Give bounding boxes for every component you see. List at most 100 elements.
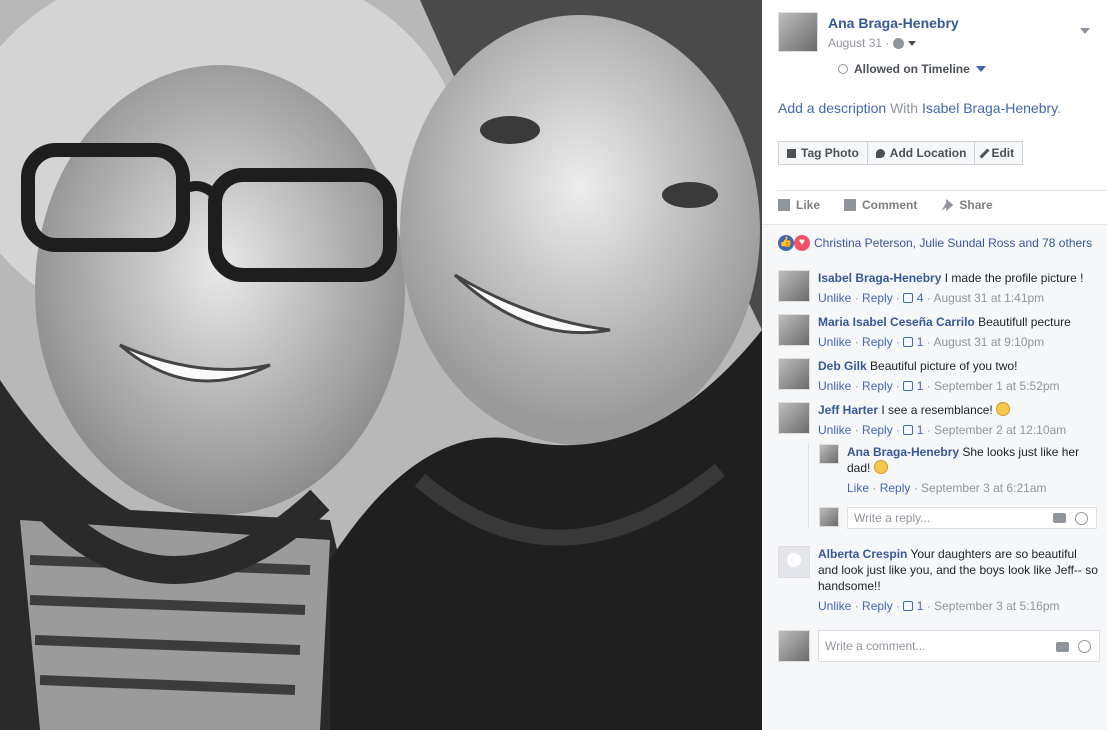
share-icon [941,199,954,211]
unlike-link[interactable]: Unlike [818,291,851,305]
unlike-link[interactable]: Unlike [818,335,851,349]
meta-separator: · [892,379,904,393]
post-header: Ana Braga-Henebry August 31 · [778,12,1098,56]
current-user-avatar [819,507,839,527]
commenter-name[interactable]: Jeff Harter [818,403,878,417]
comment-text: I see a resemblance! [878,403,997,417]
tag-photo-button[interactable]: Tag Photo [778,141,868,165]
thumbs-up-icon [778,199,790,211]
comment-meta: Unlike · Reply · 1 · August 31 at 9:10pm [818,334,1098,350]
grinning-emoji-icon [996,402,1011,416]
reply-link[interactable]: Reply [862,335,893,349]
reply-link[interactable]: Reply [862,291,893,305]
comment-timestamp[interactable]: August 31 at 9:10pm [933,335,1044,349]
meta-separator: · [851,335,863,349]
like-label: Like [796,198,821,212]
meta-separator: · [851,291,863,305]
meta-separator: · [892,291,904,305]
post-photo[interactable] [0,0,762,730]
emoji-icon[interactable] [1078,640,1091,653]
like-action[interactable]: Like [778,198,820,212]
options-chevron-icon[interactable] [1080,28,1090,34]
chevron-down-icon [975,66,986,72]
comment-meta: Unlike · Reply · 1 · September 3 at 5:16… [818,598,1098,614]
timeline-status-label: Allowed on Timeline [854,62,970,76]
timeline-status[interactable]: Allowed on Timeline [838,62,986,76]
meta-separator: · [892,599,904,613]
meta-separator: · [923,291,934,305]
comment-text: Beautiful picture of you two! [866,359,1018,373]
comment-likes[interactable]: 1 [903,335,923,349]
comment-meta: Unlike · Reply · 4 · August 31 at 1:41pm [818,290,1098,306]
comment-timestamp[interactable]: September 2 at 12:10am [934,423,1066,437]
commenter-name[interactable]: Alberta Crespin [818,547,907,561]
timeline-status-icon [838,64,848,74]
comment-timestamp[interactable]: August 31 at 1:41pm [933,291,1044,305]
comment-timestamp[interactable]: September 3 at 5:16pm [934,599,1059,613]
post-date[interactable]: August 31 · [828,36,889,50]
reply-link[interactable]: Reply [880,481,911,495]
thumbs-up-icon [903,337,914,347]
replier-name[interactable]: Ana Braga-Henebry [847,445,959,459]
edit-button[interactable]: Edit [974,141,1024,165]
share-action[interactable]: Share [941,198,993,212]
reply-link[interactable]: Reply [862,599,893,613]
comment-input[interactable]: Write a comment... [818,630,1100,662]
reply-meta: Like · Reply · September 3 at 6:21am [847,480,1097,496]
comment-meta: Unlike · Reply · 1 · September 1 at 5:52… [818,378,1098,394]
reactions-summary[interactable]: Christina Peterson, Julie Sundal Ross an… [814,236,1092,250]
photo-action-buttons: Tag Photo Add Location Edit [778,141,1024,165]
commenter-name[interactable]: Isabel Braga-Henebry [818,271,941,285]
replier-avatar[interactable] [819,444,839,464]
comment-likes[interactable]: 1 [903,599,923,613]
add-description-link[interactable]: Add a description [778,100,886,116]
commenter-avatar[interactable] [778,270,810,302]
comment-likes[interactable]: 1 [903,423,923,437]
divider [778,190,1107,191]
meta-separator: · [869,481,880,495]
meta-separator: · [851,423,863,437]
unlike-link[interactable]: Unlike [818,599,851,613]
comment-timestamp[interactable]: September 1 at 5:52pm [934,379,1059,393]
current-user-avatar [778,630,810,662]
love-reaction-icon: ♥ [794,235,810,251]
globe-icon[interactable] [893,37,905,49]
default-avatar-icon[interactable] [778,546,810,578]
comment-input-placeholder: Write a comment... [825,639,926,653]
meta-separator: · [851,379,863,393]
author-avatar[interactable] [778,12,818,52]
comment-action[interactable]: Comment [844,198,917,212]
photo-description: Add a description With Isabel Braga-Hene… [778,100,1061,116]
author-name[interactable]: Ana Braga-Henebry [828,15,959,31]
unlike-link[interactable]: Unlike [818,379,851,393]
reactions-bar: 👍 ♥ Christina Peterson, Julie Sundal Ros… [762,224,1107,260]
tagged-person-link[interactable]: Isabel Braga-Henebry [922,100,1057,116]
unlike-link[interactable]: Unlike [818,423,851,437]
chevron-down-icon[interactable] [908,40,917,46]
comment-icon [844,199,857,211]
reply-link[interactable]: Reply [862,423,893,437]
commenter-avatar[interactable] [778,402,810,434]
emoji-icon[interactable] [1075,512,1088,525]
location-pin-icon [875,148,885,158]
like-link[interactable]: Like [847,481,869,495]
comment-likes[interactable]: 4 [903,291,923,305]
edit-label: Edit [991,146,1015,160]
description-end: . [1057,100,1062,116]
commenter-avatar[interactable] [778,314,810,346]
meta-separator: · [923,379,935,393]
add-location-label: Add Location [889,146,967,160]
meta-separator: · [923,423,935,437]
commenter-avatar[interactable] [778,358,810,390]
commenter-name[interactable]: Maria Isabel Ceseña Carrilo [818,315,975,329]
camera-icon[interactable] [1053,513,1066,523]
reply-input[interactable]: Write a reply... [847,507,1097,529]
add-location-button[interactable]: Add Location [866,141,976,165]
camera-icon[interactable] [1056,642,1069,652]
commenter-name[interactable]: Deb Gilk [818,359,867,373]
reply-timestamp[interactable]: September 3 at 6:21am [921,481,1046,495]
like-reaction-icon: 👍 [778,235,794,251]
comment-likes[interactable]: 1 [903,379,923,393]
reply-link[interactable]: Reply [862,379,893,393]
meta-separator: · [851,599,863,613]
